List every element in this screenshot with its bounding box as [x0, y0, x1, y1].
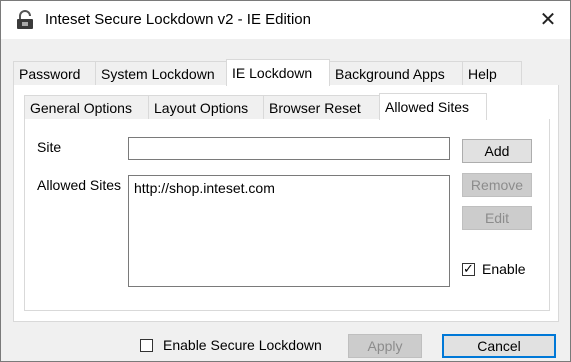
enable-secure-lockdown-label: Enable Secure Lockdown	[163, 337, 322, 353]
cancel-button[interactable]: Cancel	[442, 334, 556, 358]
list-item[interactable]: http://shop.inteset.com	[134, 180, 275, 196]
enable-secure-lockdown-checkbox[interactable]	[140, 339, 153, 352]
sub-tab-strip: General Options Layout Options Browser R…	[24, 93, 550, 120]
title-bar[interactable]: Inteset Secure Lockdown v2 - IE Edition …	[1, 1, 570, 39]
tab-background-apps[interactable]: Background Apps	[329, 61, 463, 85]
tab-general-options[interactable]: General Options	[24, 95, 149, 119]
apply-button[interactable]: Apply	[348, 334, 422, 358]
tab-browser-reset[interactable]: Browser Reset	[263, 95, 380, 119]
enable-checkbox[interactable]: ✓	[462, 261, 475, 276]
allowed-sites-list[interactable]: http://shop.inteset.com	[128, 175, 450, 287]
lock-app-icon	[14, 10, 36, 30]
window-title: Inteset Secure Lockdown v2 - IE Edition	[45, 11, 311, 28]
site-label: Site	[37, 139, 62, 155]
checkmark-icon: ✓	[463, 261, 474, 276]
add-button[interactable]: Add	[462, 139, 532, 163]
allowed-sites-panel: Site Allowed Sites http://shop.inteset.c…	[24, 119, 550, 311]
main-tab-strip: Password System Lockdown IE Lockdown Bac…	[13, 59, 559, 86]
tab-help[interactable]: Help	[462, 61, 522, 85]
tab-layout-options[interactable]: Layout Options	[148, 95, 264, 119]
app-window: Inteset Secure Lockdown v2 - IE Edition …	[0, 0, 571, 362]
ie-lockdown-panel: General Options Layout Options Browser R…	[13, 85, 559, 322]
tab-ie-lockdown[interactable]: IE Lockdown	[226, 59, 330, 86]
tab-system-lockdown[interactable]: System Lockdown	[95, 61, 227, 85]
tab-allowed-sites[interactable]: Allowed Sites	[379, 93, 487, 120]
close-button[interactable]: ✕	[528, 1, 568, 39]
tab-password[interactable]: Password	[13, 61, 96, 85]
site-input[interactable]	[128, 137, 450, 160]
remove-button[interactable]: Remove	[462, 173, 532, 197]
enable-label: Enable	[482, 261, 526, 277]
edit-button[interactable]: Edit	[462, 206, 532, 230]
allowed-sites-label: Allowed Sites	[37, 177, 122, 193]
